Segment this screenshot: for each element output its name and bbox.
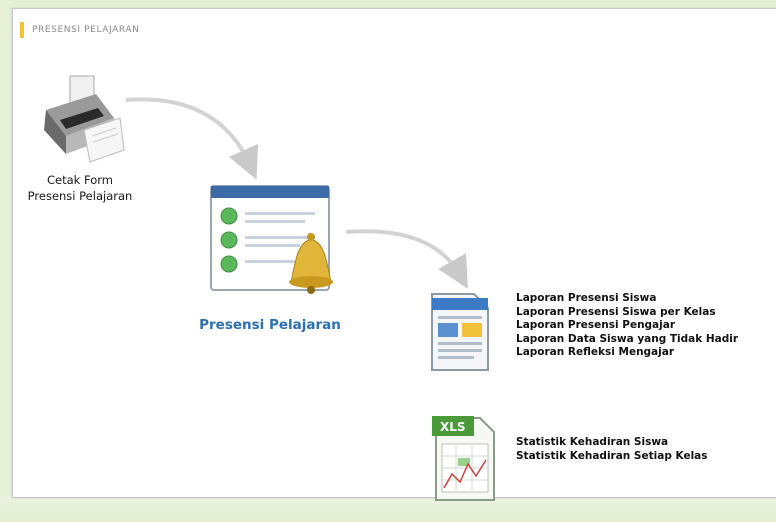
statistic-links: Statistik Kehadiran Siswa Statistik Keha…: [516, 435, 776, 463]
print-form-line2: Presensi Pelajaran: [27, 189, 133, 203]
stat-link-kehadiran-setiap-kelas[interactable]: Statistik Kehadiran Setiap Kelas: [516, 449, 776, 463]
report-link-presensi-pengajar[interactable]: Laporan Presensi Pengajar: [516, 319, 776, 333]
attendance-form-icon[interactable]: [205, 178, 355, 310]
printer-icon[interactable]: [36, 74, 132, 166]
report-link-presensi-siswa-per-kelas[interactable]: Laporan Presensi Siswa per Kelas: [516, 306, 776, 320]
report-document-icon: [426, 292, 496, 374]
report-link-presensi-siswa[interactable]: Laporan Presensi Siswa: [516, 292, 776, 306]
bottom-strip: [0, 496, 776, 522]
attendance-main-link[interactable]: Presensi Pelajaran: [185, 317, 355, 333]
report-links: Laporan Presensi Siswa Laporan Presensi …: [516, 292, 776, 360]
xls-badge: XLS: [440, 420, 466, 434]
stat-link-kehadiran-siswa[interactable]: Statistik Kehadiran Siswa: [516, 435, 776, 449]
print-form-link[interactable]: Cetak Form Presensi Pelajaran: [10, 172, 150, 204]
report-link-refleksi-mengajar[interactable]: Laporan Refleksi Mengajar: [516, 346, 776, 360]
print-form-line1: Cetak Form: [47, 173, 113, 187]
xls-spreadsheet-icon: XLS: [428, 412, 500, 504]
report-link-siswa-tidak-hadir[interactable]: Laporan Data Siswa yang Tidak Hadir: [516, 333, 776, 347]
section-title: PRESENSI PELAJARAN: [20, 22, 139, 38]
